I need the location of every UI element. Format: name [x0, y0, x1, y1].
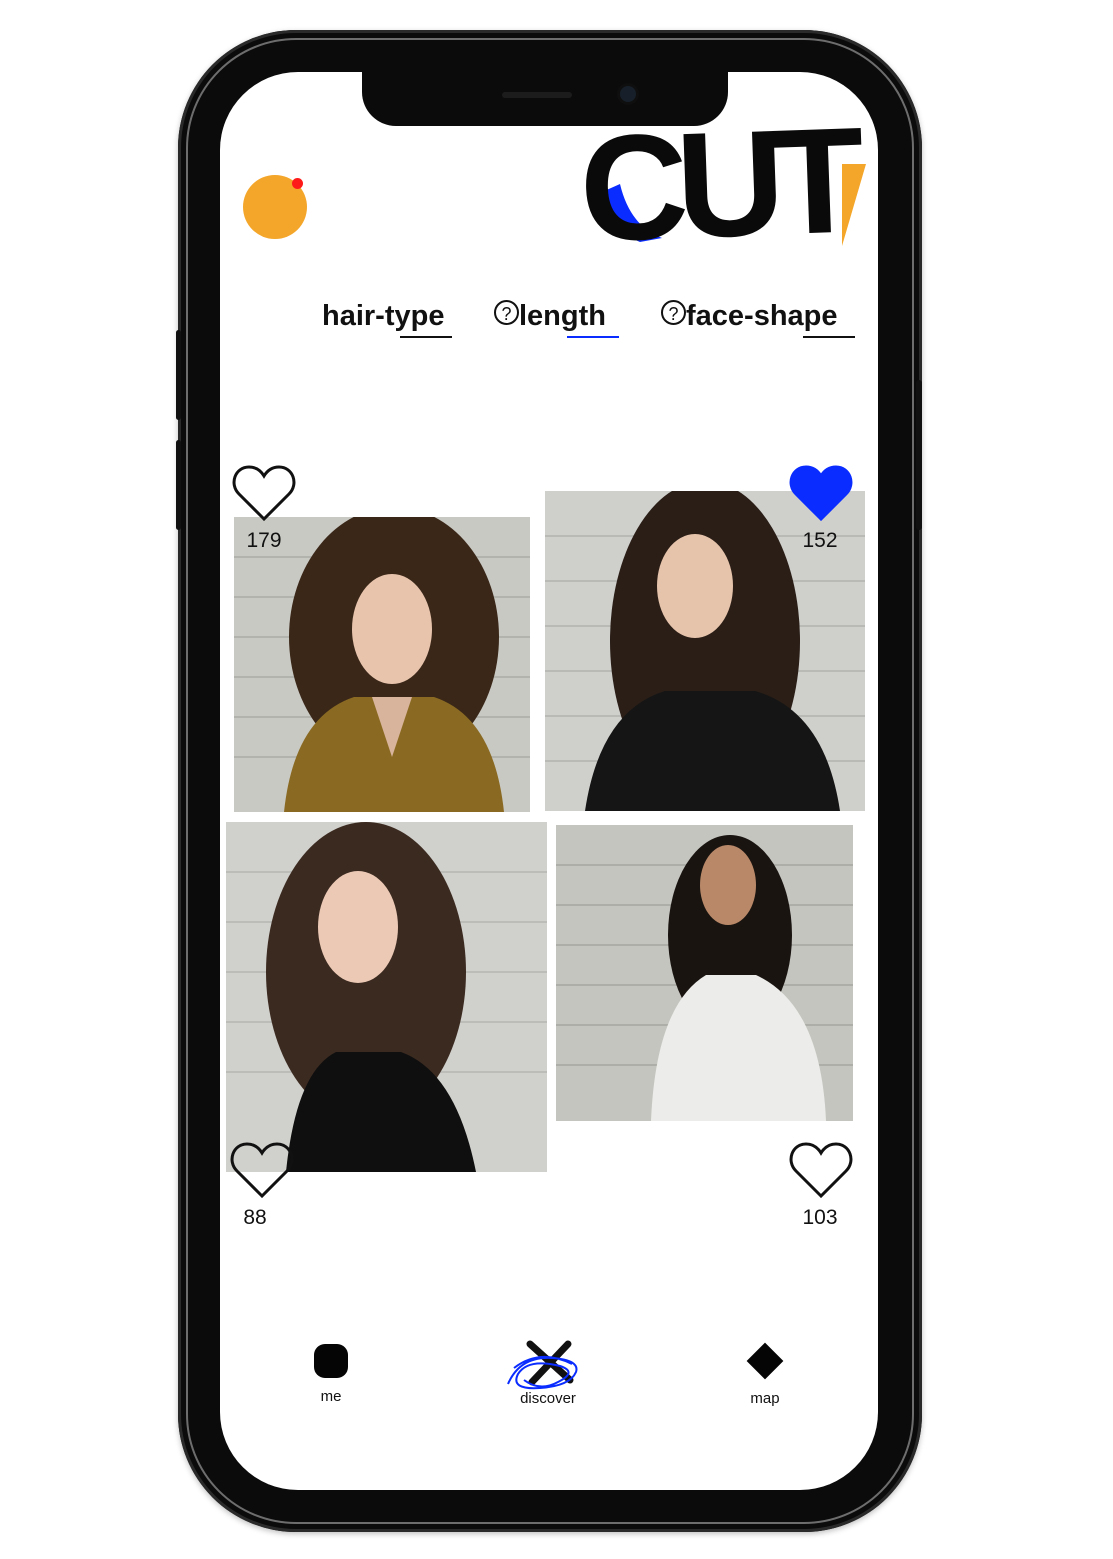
hairstyle-photo[interactable]: [226, 822, 547, 1172]
nav-label-me[interactable]: me: [286, 1388, 376, 1405]
volume-button: [176, 440, 181, 530]
nav-label-discover[interactable]: discover: [503, 1390, 593, 1407]
like-count: 103: [802, 1206, 838, 1229]
photo-image: [234, 517, 530, 812]
like-heart-icon[interactable]: [788, 1140, 854, 1200]
me-nav-icon[interactable]: [314, 1344, 348, 1378]
photo-image: [556, 825, 853, 1121]
hairstyle-photo[interactable]: [234, 517, 530, 812]
filter-label: hair-type: [322, 300, 445, 332]
filter-length[interactable]: ? length: [494, 300, 606, 333]
speaker: [502, 92, 572, 98]
hairstyle-photo[interactable]: [556, 825, 853, 1121]
liked-heart-icon[interactable]: [788, 463, 854, 523]
side-button: [916, 380, 922, 530]
like-count: 88: [243, 1206, 267, 1229]
filter-underline-active: [567, 336, 619, 338]
nav-label-map[interactable]: map: [720, 1390, 810, 1407]
like-count: 179: [246, 529, 282, 552]
filter-underline: [400, 336, 452, 338]
volume-button: [176, 330, 181, 420]
like-heart-icon[interactable]: [231, 463, 297, 523]
filter-label: face-shape: [686, 300, 838, 332]
front-camera: [620, 86, 636, 102]
logo-text: CUT: [577, 95, 856, 273]
like-count: 152: [802, 529, 838, 552]
help-icon[interactable]: ?: [494, 300, 519, 325]
filter-face-shape[interactable]: ? face-shape: [661, 300, 838, 333]
app-logo: CUT: [577, 96, 870, 274]
help-icon[interactable]: ?: [661, 300, 686, 325]
filter-underline: [803, 336, 855, 338]
photo-image: [226, 822, 547, 1172]
filter-label: length: [519, 300, 606, 332]
notification-dot: [292, 178, 303, 189]
filter-hair-type[interactable]: hair-type: [322, 300, 444, 333]
discover-scribble-icon[interactable]: [500, 1338, 590, 1396]
like-heart-icon[interactable]: [229, 1140, 295, 1200]
